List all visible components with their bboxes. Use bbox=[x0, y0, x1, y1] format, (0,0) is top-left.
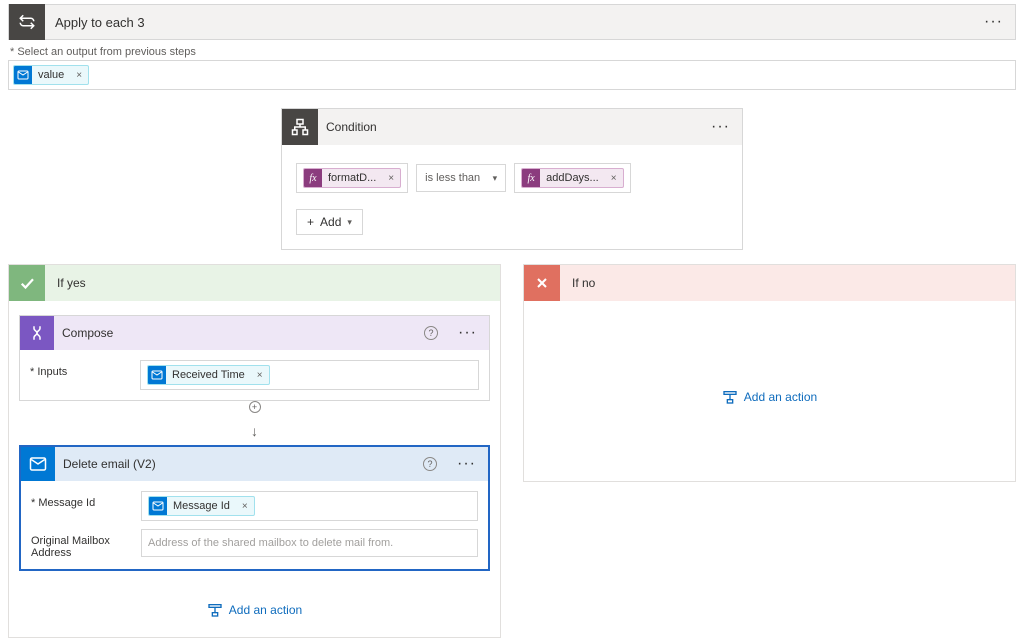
delete-email-title: Delete email (V2) bbox=[55, 457, 423, 471]
output-field[interactable]: value × bbox=[8, 60, 1016, 90]
add-action-icon bbox=[722, 390, 738, 404]
compose-title: Compose bbox=[54, 326, 424, 340]
branch-yes-title: If yes bbox=[45, 276, 86, 290]
condition-row: fx formatD... × is less than ▾ fx addDay… bbox=[296, 163, 728, 193]
message-id-token-label: Message Id bbox=[167, 500, 236, 512]
received-time-label: Received Time bbox=[166, 369, 251, 381]
inputs-row: * Inputs Received Time × bbox=[30, 360, 479, 390]
help-icon[interactable]: ? bbox=[423, 457, 437, 471]
branch-no-body: Add an action bbox=[524, 301, 1015, 481]
add-action-yes-label: Add an action bbox=[229, 603, 302, 617]
mailbox-field[interactable] bbox=[141, 529, 478, 557]
delete-email-body: * Message Id Message Id × bbox=[21, 481, 488, 569]
delete-email-card: Delete email (V2) ? ··· * Message Id Mes… bbox=[19, 445, 490, 571]
x-icon bbox=[524, 265, 560, 301]
mailbox-label: Original Mailbox Address bbox=[31, 529, 141, 559]
insert-step-icon[interactable]: + bbox=[252, 402, 257, 412]
fx-icon: fx bbox=[522, 169, 540, 187]
condition-body: fx formatD... × is less than ▾ fx addDay… bbox=[282, 145, 742, 249]
chevron-down-icon: ▾ bbox=[347, 217, 352, 228]
remove-token-icon[interactable]: × bbox=[382, 173, 400, 184]
compose-card: Compose ? ··· * Inputs Received Time bbox=[19, 315, 490, 401]
condition-operator-select[interactable]: is less than ▾ bbox=[416, 164, 506, 192]
branch-yes: If yes Compose ? ··· * Inputs bbox=[8, 264, 501, 638]
adddays-label: addDays... bbox=[540, 172, 605, 184]
adddays-token[interactable]: fx addDays... × bbox=[521, 168, 623, 188]
apply-to-each-menu-icon[interactable]: ··· bbox=[972, 13, 1015, 31]
condition-icon bbox=[282, 109, 318, 145]
outlook-icon bbox=[148, 366, 166, 384]
apply-to-each-icon bbox=[9, 4, 45, 40]
message-id-row: * Message Id Message Id × bbox=[31, 491, 478, 521]
received-time-token[interactable]: Received Time × bbox=[147, 365, 270, 385]
formatdatetime-label: formatD... bbox=[322, 172, 382, 184]
remove-token-icon[interactable]: × bbox=[251, 370, 269, 381]
compose-header[interactable]: Compose ? ··· bbox=[20, 316, 489, 350]
add-action-no[interactable]: Add an action bbox=[534, 372, 1005, 408]
add-action-icon bbox=[207, 603, 223, 617]
outlook-icon bbox=[14, 66, 32, 84]
inputs-field[interactable]: Received Time × bbox=[140, 360, 479, 390]
condition-operator-label: is less than bbox=[425, 172, 480, 184]
compose-menu-icon[interactable]: ··· bbox=[446, 324, 489, 342]
remove-token-icon[interactable]: × bbox=[605, 173, 623, 184]
delete-email-menu-icon[interactable]: ··· bbox=[445, 455, 488, 473]
condition-header[interactable]: Condition ··· bbox=[282, 109, 742, 145]
help-icon[interactable]: ? bbox=[424, 326, 438, 340]
outlook-icon bbox=[149, 497, 167, 515]
fx-icon: fx bbox=[304, 169, 322, 187]
chevron-down-icon: ▾ bbox=[493, 173, 498, 184]
remove-token-icon[interactable]: × bbox=[70, 70, 88, 81]
condition-right-operand[interactable]: fx addDays... × bbox=[514, 163, 630, 193]
compose-icon bbox=[20, 316, 54, 350]
value-token[interactable]: value × bbox=[13, 65, 89, 85]
condition-menu-icon[interactable]: ··· bbox=[699, 118, 742, 136]
add-condition-label: Add bbox=[320, 215, 341, 229]
branches-container: If yes Compose ? ··· * Inputs bbox=[8, 264, 1016, 638]
compose-body: * Inputs Received Time × bbox=[20, 350, 489, 400]
add-condition-button[interactable]: + Add ▾ bbox=[296, 209, 363, 235]
branch-no: If no Add an action bbox=[523, 264, 1016, 482]
apply-to-each-title: Apply to each 3 bbox=[45, 15, 972, 30]
mailbox-row: Original Mailbox Address bbox=[31, 529, 478, 559]
message-id-label: * Message Id bbox=[31, 491, 141, 509]
value-token-label: value bbox=[32, 69, 70, 81]
condition-card: Condition ··· fx formatD... × is less th… bbox=[281, 108, 743, 250]
message-id-token[interactable]: Message Id × bbox=[148, 496, 255, 516]
branch-yes-header: If yes bbox=[9, 265, 500, 301]
add-action-no-label: Add an action bbox=[744, 390, 817, 404]
condition-left-operand[interactable]: fx formatD... × bbox=[296, 163, 408, 193]
check-icon bbox=[9, 265, 45, 301]
branch-no-header: If no bbox=[524, 265, 1015, 301]
arrow-down-icon: ↓ bbox=[251, 423, 258, 439]
output-label: * Select an output from previous steps bbox=[10, 46, 1014, 58]
branch-no-title: If no bbox=[560, 276, 595, 290]
inputs-label: * Inputs bbox=[30, 360, 140, 378]
outlook-action-icon bbox=[21, 447, 55, 481]
condition-title: Condition bbox=[318, 120, 699, 134]
delete-email-header[interactable]: Delete email (V2) ? ··· bbox=[21, 447, 488, 481]
mailbox-input[interactable] bbox=[148, 537, 471, 549]
message-id-field[interactable]: Message Id × bbox=[141, 491, 478, 521]
remove-token-icon[interactable]: × bbox=[236, 501, 254, 512]
branch-yes-body: Compose ? ··· * Inputs Received Time bbox=[9, 301, 500, 637]
formatdatetime-token[interactable]: fx formatD... × bbox=[303, 168, 401, 188]
apply-to-each-header[interactable]: Apply to each 3 ··· bbox=[8, 4, 1016, 40]
connector: + ↓ bbox=[19, 409, 490, 439]
plus-icon: + bbox=[307, 215, 314, 229]
